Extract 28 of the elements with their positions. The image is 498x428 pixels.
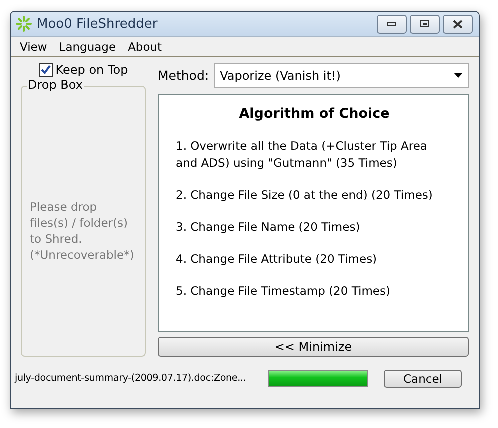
minimize-window-button[interactable] (377, 14, 407, 34)
dropdown-arrow-icon (454, 73, 463, 78)
algorithm-step: 1. Overwrite all the Data (+Cluster Tip Area and ADS) using "Gutmann" (35 Times) (176, 138, 441, 172)
menu-item[interactable]: About (122, 40, 168, 54)
maximize-window-button[interactable] (410, 14, 440, 34)
close-window-button[interactable] (443, 14, 473, 34)
drop-hint: Please drop files(s) / folder(s) to Shred. (*Unrecoverable*) (29, 199, 136, 264)
algorithm-step: 2. Change File Size (0 at the end) (20 Times) (176, 187, 441, 204)
drop-box[interactable]: Drop Box Please drop files(s) / folder(s) to Shred. (*Unrecoverable*) (21, 78, 146, 357)
keep-on-top-label: Keep on Top (56, 63, 128, 78)
maximize-icon (420, 20, 430, 28)
keep-on-top-checkbox[interactable] (38, 63, 53, 78)
minimize-button[interactable]: << Minimize (158, 337, 469, 357)
close-icon (453, 20, 463, 28)
algorithm-title: Algorithm of Choice (238, 106, 391, 122)
algorithm-step: 5. Change File Timestamp (20 Times) (176, 283, 441, 300)
method-dropdown[interactable]: Vaporize (Vanish it!) (214, 63, 469, 88)
cancel-button[interactable]: Cancel (384, 370, 462, 388)
status-file-text: july-document-summary-(2009.07.17).doc:Zone... (15, 373, 248, 384)
menu-item[interactable]: View (14, 40, 54, 54)
app-logo-icon (16, 16, 32, 32)
algorithm-step: 3. Change File Name (20 Times) (176, 219, 441, 236)
minimize-icon (387, 21, 397, 27)
menu-item[interactable]: Language (53, 40, 122, 54)
algorithm-step: 4. Change File Attribute (20 Times) (176, 251, 441, 268)
window-title: Moo0 FileShredder (37, 16, 159, 32)
method-label: Method: (158, 68, 210, 83)
drop-box-title: Drop Box (27, 78, 84, 93)
